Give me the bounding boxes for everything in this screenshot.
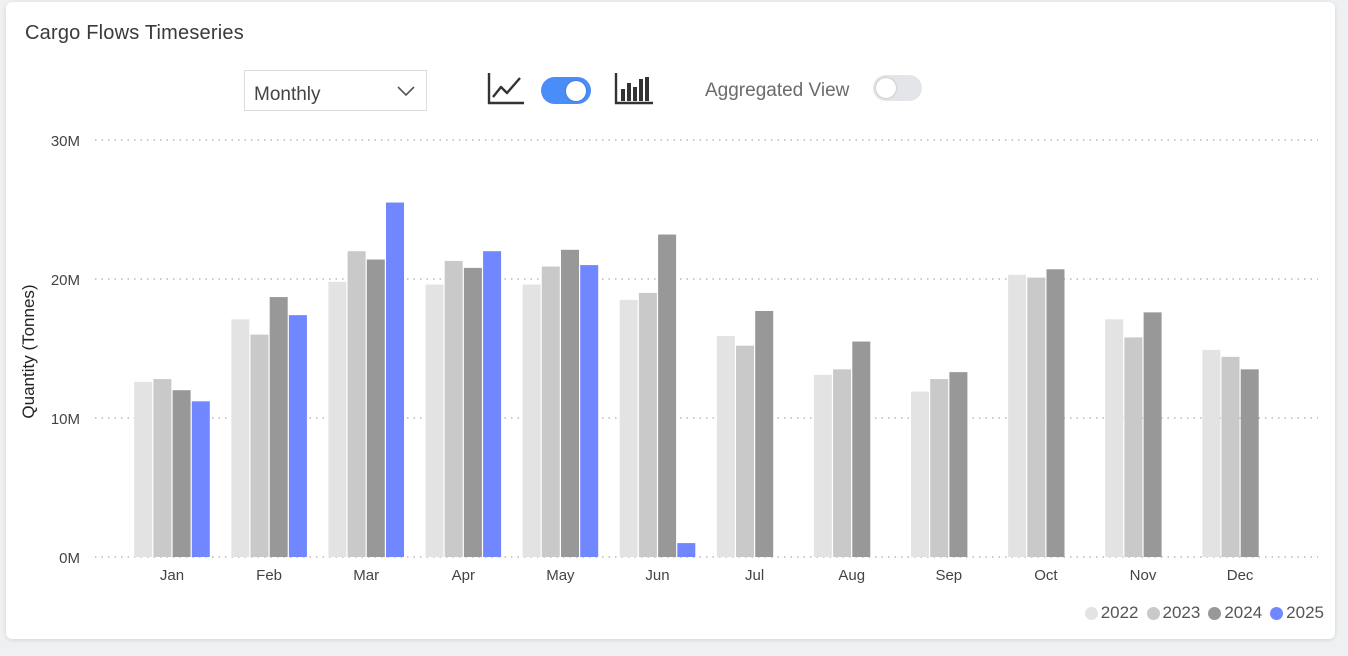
bar-2025-mar bbox=[386, 202, 404, 558]
bar-2022-aug bbox=[813, 374, 832, 557]
legend-item-2025[interactable]: 2025 bbox=[1270, 603, 1324, 623]
bar-2023-sep bbox=[930, 379, 949, 557]
y-tick-label: 20M bbox=[51, 272, 80, 289]
bar-2023-jul bbox=[736, 345, 754, 557]
x-tick-label: Sep bbox=[935, 567, 962, 584]
bar-2024-aug bbox=[852, 341, 871, 557]
bar-2024-dec bbox=[1240, 369, 1259, 557]
bar-2023-feb bbox=[250, 334, 269, 557]
x-tick-label: May bbox=[546, 567, 575, 584]
x-tick-label: Aug bbox=[838, 567, 865, 584]
legend-label: 2023 bbox=[1162, 603, 1201, 622]
y-axis-title: Quantity (Tonnes) bbox=[19, 284, 38, 418]
legend-item-2023[interactable]: 2023 bbox=[1146, 603, 1201, 623]
bar-2022-jun bbox=[619, 299, 638, 557]
x-tick-label: Jun bbox=[645, 567, 669, 584]
bar-2024-apr bbox=[463, 267, 482, 557]
bar-2022-mar bbox=[328, 281, 347, 557]
bar-2025-may bbox=[580, 265, 599, 557]
bar-2022-sep bbox=[911, 391, 929, 557]
y-tick-label: 30M bbox=[51, 133, 80, 150]
bar-2025-feb bbox=[288, 315, 307, 557]
bar-chart: 0M 10M 20M 30M Quantity (Tonnes) Jan Feb Mar Apr… bbox=[19, 133, 1318, 584]
bar-2024-jan bbox=[172, 390, 191, 557]
bar-2024-mar bbox=[366, 259, 385, 557]
x-tick-label: Mar bbox=[353, 567, 379, 584]
x-tick-label: Dec bbox=[1227, 567, 1254, 584]
bar-2022-apr bbox=[425, 284, 444, 557]
bar-2023-jun bbox=[638, 292, 657, 557]
bar-2024-oct bbox=[1046, 269, 1065, 557]
legend-dot-icon bbox=[1084, 606, 1098, 620]
legend-item-2024[interactable]: 2024 bbox=[1208, 603, 1262, 623]
bar-2022-nov bbox=[1105, 319, 1124, 557]
bar-2025-jun bbox=[677, 543, 696, 557]
x-tick-label: Jan bbox=[160, 567, 184, 584]
bar-2023-nov bbox=[1124, 337, 1143, 557]
bar-2023-aug bbox=[833, 369, 852, 557]
x-tick-label: Nov bbox=[1130, 567, 1157, 584]
bar-2024-nov bbox=[1143, 312, 1162, 557]
bar-2024-jun bbox=[658, 234, 677, 557]
bar-2024-may bbox=[561, 249, 579, 557]
bar-2022-jan bbox=[134, 381, 153, 557]
bar-2025-jan bbox=[191, 401, 210, 557]
bar-2024-jul bbox=[755, 310, 774, 557]
bar-2023-oct bbox=[1027, 277, 1046, 557]
bar-2024-feb bbox=[269, 297, 288, 557]
legend-label: 2022 bbox=[1100, 603, 1139, 622]
bar-2023-may bbox=[541, 266, 560, 557]
legend-dot-icon bbox=[1208, 606, 1222, 620]
bar-2025-apr bbox=[483, 251, 502, 557]
bar-2022-feb bbox=[231, 319, 250, 557]
bar-2022-oct bbox=[1008, 274, 1027, 557]
x-tick-label: Jul bbox=[745, 567, 764, 584]
legend-item-2022[interactable]: 2022 bbox=[1084, 603, 1139, 623]
legend-dot-icon bbox=[1270, 606, 1284, 620]
bar-2023-mar bbox=[347, 251, 366, 557]
legend-label: 2025 bbox=[1286, 603, 1324, 622]
x-tick-label: Oct bbox=[1034, 567, 1058, 584]
chart-legend: 2022 2023 2024 2025 bbox=[1084, 603, 1324, 623]
x-tick-label: Apr bbox=[452, 567, 475, 584]
bar-2024-sep bbox=[949, 372, 968, 557]
bar-2022-dec bbox=[1202, 349, 1221, 557]
bar-2022-jul bbox=[716, 335, 735, 557]
bar-2023-jan bbox=[153, 379, 172, 557]
x-tick-label: Feb bbox=[256, 567, 282, 584]
y-tick-label: 0M bbox=[59, 550, 80, 567]
y-tick-label: 10M bbox=[51, 411, 80, 428]
legend-dot-icon bbox=[1146, 606, 1160, 620]
bar-2023-apr bbox=[444, 260, 463, 557]
bar-2022-may bbox=[522, 284, 541, 557]
bar-2023-dec bbox=[1221, 356, 1240, 557]
legend-label: 2024 bbox=[1224, 603, 1263, 622]
